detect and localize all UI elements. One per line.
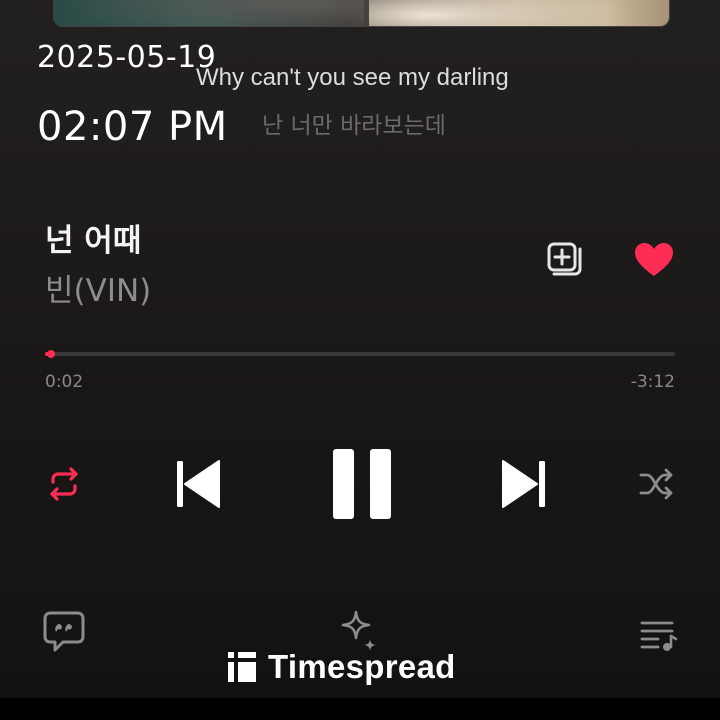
add-to-playlist-button[interactable] <box>540 238 588 282</box>
elapsed-time: 0:02 <box>45 372 84 392</box>
lyrics-quote-icon <box>43 611 85 652</box>
timespread-logo-icon <box>228 652 256 682</box>
track-artist[interactable]: 빈(VIN) <box>45 265 151 310</box>
lyrics-button[interactable] <box>38 606 90 658</box>
skip-next-icon <box>502 460 545 508</box>
pause-icon <box>333 449 391 519</box>
now-playing-screen: 2025-05-19 02:07 PM Why can't you see my… <box>0 0 720 720</box>
watermark-text: Timespread <box>268 648 456 685</box>
timestamp-date: 2025-05-19 <box>37 40 217 75</box>
heart-icon <box>635 243 673 276</box>
like-button[interactable] <box>630 238 678 282</box>
album-art[interactable] <box>53 0 670 27</box>
album-art-right-tone <box>369 0 669 26</box>
add-to-playlist-icon <box>547 242 582 276</box>
lyric-next-line[interactable]: 난 너만 바라보는데 <box>262 106 446 140</box>
repeat-icon <box>50 467 78 501</box>
timestamp-time: 02:07 PM <box>37 104 228 150</box>
shuffle-button[interactable] <box>634 460 678 508</box>
timespread-watermark: Timespread <box>226 646 456 688</box>
pause-button[interactable] <box>322 440 402 528</box>
previous-button[interactable] <box>168 452 228 516</box>
playlist-queue-button[interactable] <box>634 612 682 656</box>
remaining-time: -3:12 <box>630 372 675 392</box>
bottom-edge <box>0 698 720 720</box>
next-button[interactable] <box>494 452 554 516</box>
repeat-button[interactable] <box>40 460 88 508</box>
progress-bar[interactable] <box>45 350 675 358</box>
lyric-current-line[interactable]: Why can't you see my darling <box>196 64 509 92</box>
progress-thumb[interactable] <box>47 350 56 358</box>
shuffle-icon <box>639 468 673 500</box>
track-title[interactable]: 넌 어때 <box>45 215 141 260</box>
playlist-icon <box>640 621 678 651</box>
skip-previous-icon <box>177 460 220 508</box>
album-art-left-tone <box>54 0 364 26</box>
